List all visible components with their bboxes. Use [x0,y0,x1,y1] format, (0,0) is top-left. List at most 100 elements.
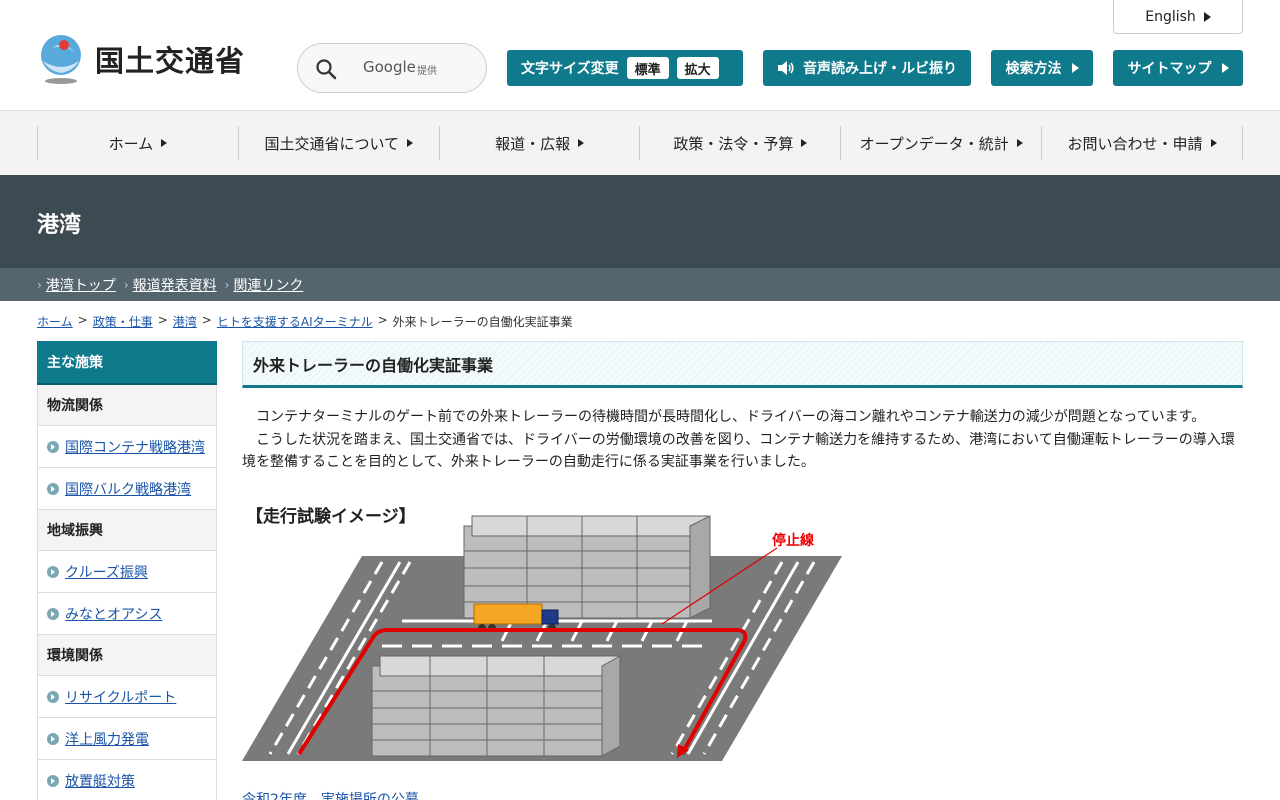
arrow-right-icon [801,139,808,147]
sidebar: 主な施策 物流関係 国際コンテナ戦略港湾 国際バルク戦略港湾 地域振興 クルーズ… [37,341,217,800]
sidebar-item-label: 洋上風力発電 [65,731,149,748]
sidebar-item-container-port[interactable]: 国際コンテナ戦略港湾 [37,426,217,468]
sidebar-item-label: 放置艇対策 [65,773,135,790]
container-stack-top [463,515,711,619]
global-nav-label: 国土交通省について [264,134,400,153]
arrow-right-icon [407,139,414,147]
arrow-right-icon [1221,63,1229,73]
arrow-bullet-icon [47,690,59,703]
arrow-right-icon [1071,63,1079,73]
global-nav-opendata[interactable]: オープンデータ・統計 [841,126,1043,160]
breadcrumb-ai-terminal[interactable]: ヒトを支援するAIターミナル [217,313,373,330]
sidebar-item-label: クルーズ振興 [65,564,148,581]
main-content: 外来トレーラーの自働化実証事業 コンテナターミナルのゲート前での外来トレーラーの… [242,341,1243,800]
subnav-label: 港湾トップ [45,277,116,294]
sidebar-item-label: 国際バルク戦略港湾 [65,481,191,498]
search-method-label: 検索方法 [1005,61,1062,77]
font-size-large-button[interactable]: 拡大 [676,57,719,79]
breadcrumb: ホーム > 政策・仕事 > 港湾 > ヒトを支援するAIターミナル > 外来トレ… [37,313,573,330]
subnav-item-links[interactable]: › 関連リンク [225,275,304,295]
global-nav-press[interactable]: 報道・広報 [440,126,641,160]
global-nav-home[interactable]: ホーム [38,126,239,160]
speech-ruby-button[interactable]: 音声読み上げ・ルビ振り [763,50,971,86]
global-nav-label: 政策・法令・予算 [673,134,794,153]
figure-title: 【走行試験イメージ】 [246,507,416,527]
font-size-switcher: 文字サイズ変更 標準 拡大 [507,50,743,86]
call-for-sites-link[interactable]: 令和2年度 実施場所の公募 [242,789,419,800]
google-provided-label: 提供 [417,66,437,77]
search-method-button[interactable]: 検索方法 [991,50,1093,86]
intro-paragraph: コンテナターミナルのゲート前での外来トレーラーの待機時間が長時間化し、ドライバー… [256,409,1206,425]
arrow-right-icon [578,139,585,147]
google-search-box[interactable]: Google 提供 [297,43,487,93]
site-title: 国土交通省 [95,44,246,78]
breadcrumb-current: 外来トレーラーの自働化実証事業 [392,315,573,329]
sidebar-heading: 主な施策 [37,341,217,385]
breadcrumb-home[interactable]: ホーム [37,313,73,330]
sidebar-item-bulk-port[interactable]: 国際バルク戦略港湾 [37,468,217,510]
english-link[interactable]: English [1113,0,1243,34]
arrow-bullet-icon [47,774,59,787]
sidebar-item-recycle-port[interactable]: リサイクルポート [37,676,217,718]
global-nav-label: 報道・広報 [495,134,571,153]
english-label: English [1145,8,1196,25]
breadcrumb-separator: > [377,313,388,327]
global-nav-contact[interactable]: お問い合わせ・申請 [1042,126,1243,160]
subnav-label: 報道発表資料 [132,277,217,294]
font-size-label: 文字サイズ変更 [521,61,619,77]
category-banner: 港湾 [0,175,1280,268]
arrow-bullet-icon [47,482,59,495]
google-label: Google [363,58,416,76]
site-header: 国土交通省 English Google 提供 文字サイズ変更 標準 拡大 音声… [0,0,1280,111]
intro-text: コンテナターミナルのゲート前での外来トレーラーの待機時間が長時間化し、ドライバー… [242,406,1243,474]
sidebar-item-cruise[interactable]: クルーズ振興 [37,551,217,593]
global-nav-label: オープンデータ・統計 [859,134,1009,153]
page-title: 外来トレーラーの自働化実証事業 [253,355,494,375]
global-nav-policy[interactable]: 政策・法令・予算 [640,126,842,160]
font-size-standard-button[interactable]: 標準 [626,57,669,79]
driving-test-figure: 【走行試験イメージ】 停止線 [242,496,842,766]
global-nav: ホーム 国土交通省について 報道・広報 政策・法令・予算 オープンデータ・統計 … [0,111,1280,175]
chevron-right-icon: › [123,277,129,292]
speaker-icon [778,61,794,75]
chevron-right-icon: › [224,277,230,292]
stop-line-label: 停止線 [772,533,814,549]
breadcrumb-separator: > [201,313,212,327]
site-logo[interactable]: 国土交通省 [37,33,245,85]
sidebar-item-offshore-wind[interactable]: 洋上風力発電 [37,718,217,760]
breadcrumb-policy[interactable]: 政策・仕事 [93,313,153,330]
sitemap-button[interactable]: サイトマップ [1113,50,1243,86]
intro-paragraph: こうした状況を踏まえ、国土交通省では、ドライバーの労働環境の改善を図り、コンテナ… [242,431,1235,471]
global-nav-label: お問い合わせ・申請 [1067,134,1203,153]
chevron-right-icon: › [37,277,42,292]
arrow-right-icon [1016,139,1023,147]
terminal-illustration [242,515,842,761]
arrow-right-icon [1210,139,1217,147]
container-stack-bottom [371,655,621,757]
arrow-bullet-icon [47,440,59,453]
sidebar-item-label: リサイクルポート [65,689,177,706]
breadcrumb-port[interactable]: 港湾 [173,313,197,330]
subnav-item-top[interactable]: › 港湾トップ [37,275,116,295]
sidebar-group-title: 地域振興 [37,510,217,551]
sidebar-item-minato-oasis[interactable]: みなとオアシス [37,593,217,635]
sidebar-group-title: 物流関係 [37,385,217,426]
arrow-right-icon [1203,11,1211,22]
sidebar-item-abandoned-boats[interactable]: 放置艇対策 [37,760,217,800]
search-icon[interactable] [315,58,337,80]
category-title: 港湾 [37,213,82,238]
arrow-bullet-icon [47,732,59,745]
global-nav-about[interactable]: 国土交通省について [239,126,440,160]
sitemap-label: サイトマップ [1127,61,1212,77]
breadcrumb-separator: > [77,313,88,327]
arrow-bullet-icon [47,565,59,578]
sidebar-group-title: 環境関係 [37,635,217,676]
arrow-right-icon [161,139,168,147]
sidebar-item-label: 国際コンテナ戦略港湾 [65,439,205,456]
subnav-item-press[interactable]: › 報道発表資料 [124,275,217,295]
subnav-label: 関連リンク [233,277,304,294]
page-title-box: 外来トレーラーの自働化実証事業 [242,341,1243,388]
global-nav-label: ホーム [108,134,154,153]
breadcrumb-separator: > [157,313,168,327]
arrow-bullet-icon [47,607,59,620]
